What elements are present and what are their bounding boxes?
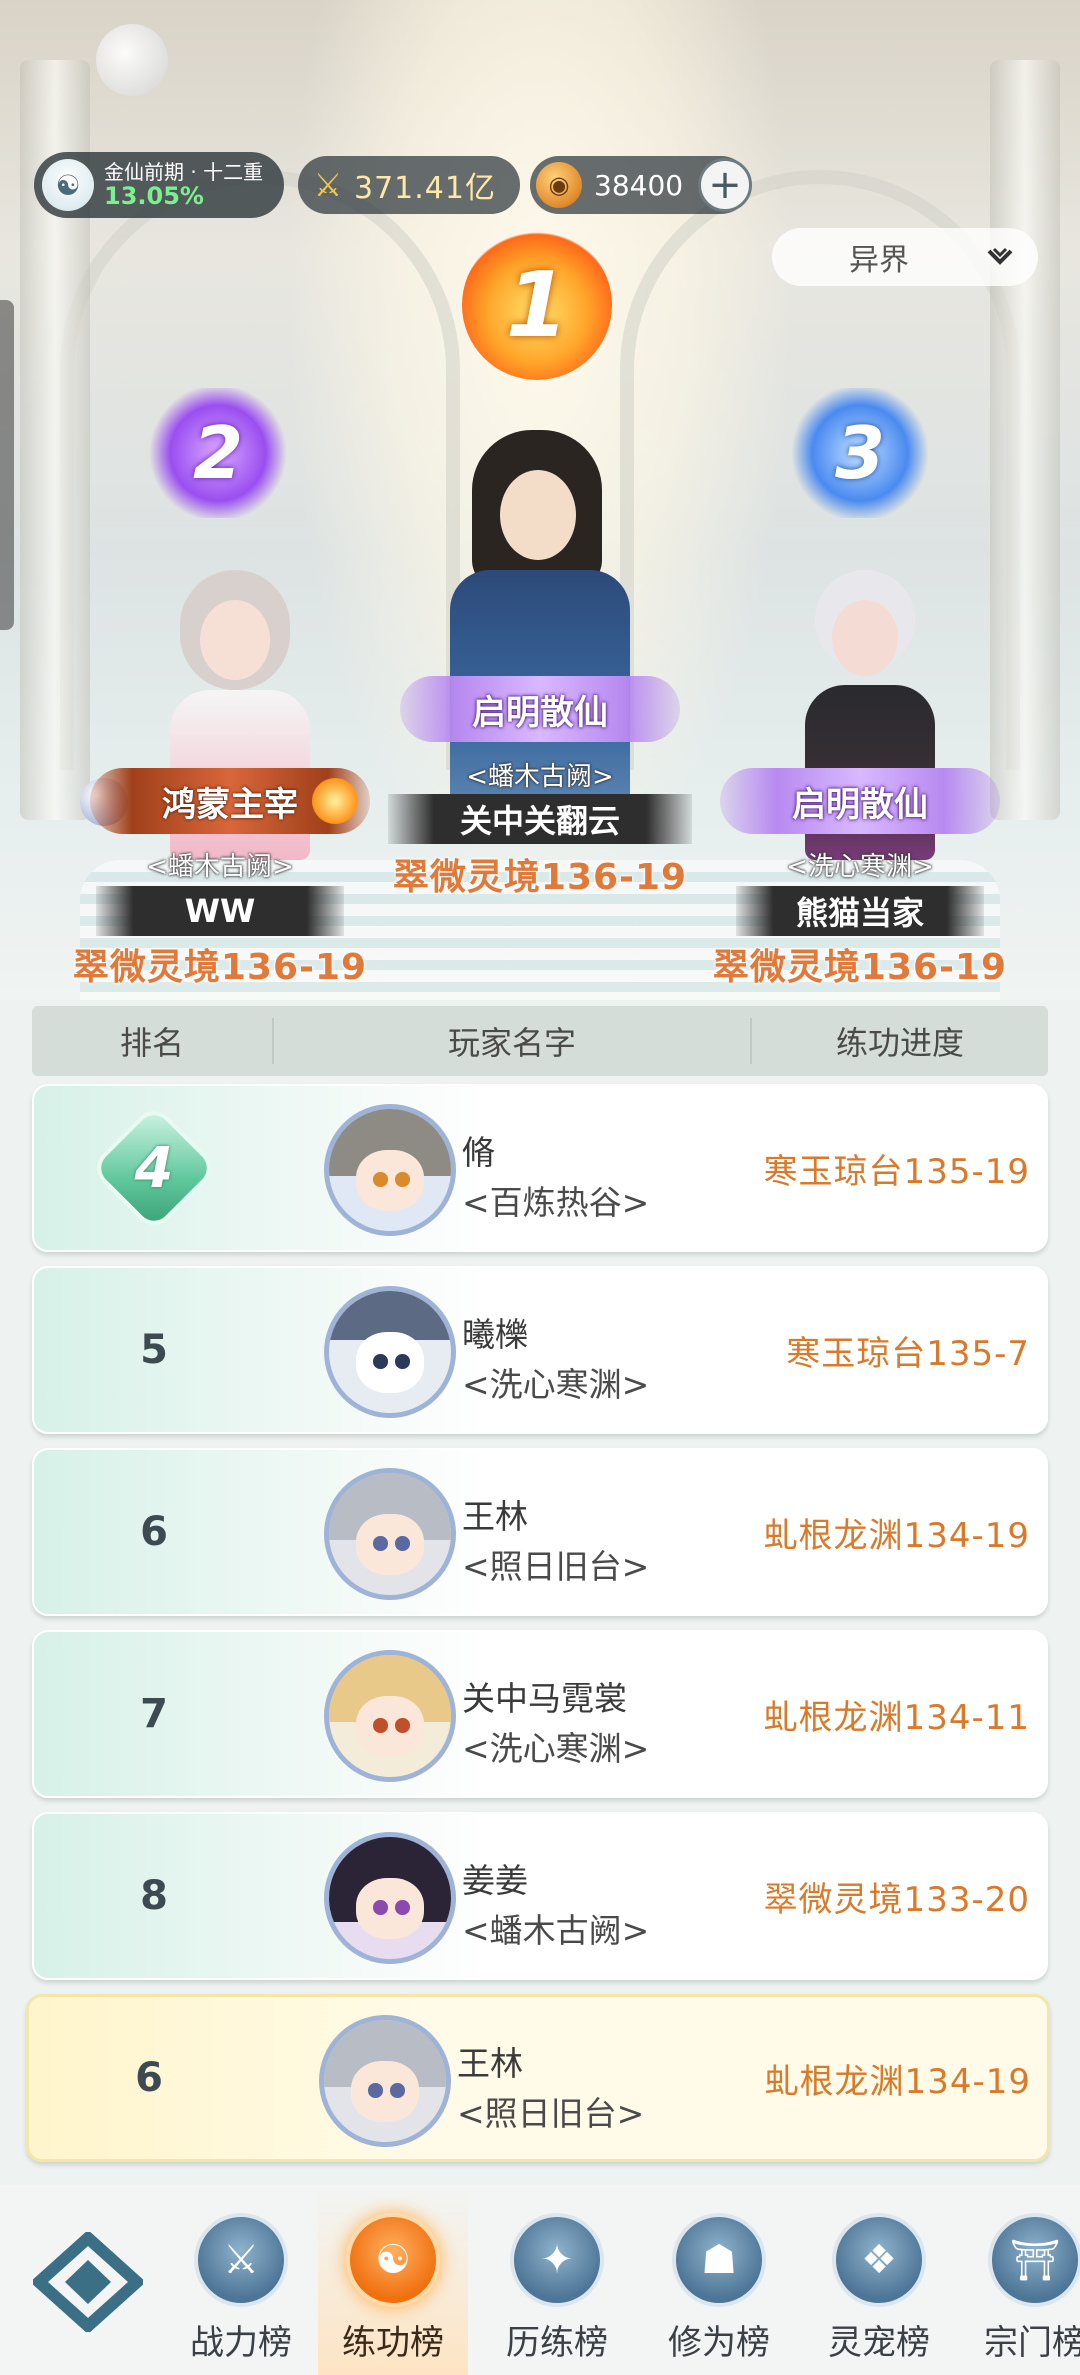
- realm-progress: 13.05%: [104, 181, 204, 210]
- player-progress: 虬根龙渊134-11: [763, 1697, 1030, 1738]
- player-progress: 寒玉琼台135-19: [763, 1151, 1030, 1192]
- nav-tab-label: 宗门榜: [984, 2323, 1080, 2363]
- nav-tab-label: 历练榜: [506, 2323, 608, 2363]
- rank-2-progress: 翠微灵境136-19: [72, 947, 368, 988]
- player-sect: <洗心寒渊>: [462, 1729, 650, 1768]
- table-row[interactable]: 8 姜姜 <蟠木古阙> 翠微灵境133-20: [32, 1812, 1048, 1980]
- player-progress: 虬根龙渊134-19: [764, 2061, 1031, 2102]
- player-name: 脩: [462, 1133, 495, 1172]
- rank-cell: 7: [140, 1691, 168, 1737]
- player-progress: 虬根龙渊134-19: [763, 1515, 1030, 1556]
- yin-yang-icon: ☯: [346, 2213, 440, 2307]
- rank-1-name: 关中关翻云: [388, 794, 692, 844]
- world-select[interactable]: 异界: [772, 228, 1038, 286]
- rank-3-title: 启明散仙: [720, 768, 1000, 834]
- menu-diamond-icon[interactable]: [28, 2227, 148, 2337]
- rank-cell: 8: [140, 1873, 168, 1919]
- compass-star-icon: ✦: [510, 2213, 604, 2307]
- chevron-down-icon: [986, 243, 1014, 271]
- player-name: 关中马霓裳: [462, 1679, 627, 1718]
- nav-tab[interactable]: ⚔ 战力榜: [166, 2185, 316, 2375]
- rank-2-name: WW: [96, 886, 344, 936]
- nav-tab-label: 练功榜: [342, 2323, 444, 2363]
- rank-1-sect: <蟠木古阙>: [466, 762, 614, 792]
- player-progress: 翠微灵境133-20: [763, 1879, 1030, 1920]
- cultivator-avatar-icon: ☯: [42, 159, 94, 211]
- realm-chip[interactable]: ☯ 金仙前期 · 十二重 13.05%: [34, 152, 284, 218]
- power-value: 371.41亿: [354, 171, 496, 206]
- background-pillar: [990, 60, 1060, 820]
- pet-icon: ❖: [832, 2213, 926, 2307]
- avatar[interactable]: [319, 2015, 451, 2147]
- nav-tab-label: 灵宠榜: [828, 2323, 930, 2363]
- header-rank: 排名: [119, 1024, 184, 1062]
- nav-tab[interactable]: ☗ 修为榜: [644, 2185, 794, 2375]
- player-sect: <照日旧台>: [457, 2094, 645, 2133]
- ranking-table-header: 排名 玩家名字 练功进度: [32, 1006, 1048, 1076]
- rank-cell: 5: [140, 1327, 168, 1373]
- power-chip[interactable]: ⚔ 371.41亿: [298, 156, 520, 214]
- currency-value: 38400: [594, 168, 684, 202]
- nav-tab[interactable]: ⛩ 宗门榜: [960, 2185, 1080, 2375]
- world-select-label: 异界: [849, 243, 909, 278]
- currency-chip: ◉ 38400 +: [530, 156, 752, 214]
- table-row[interactable]: 6 王林 <照日旧台> 虬根龙渊134-19: [32, 1448, 1048, 1616]
- rank-3-name: 熊猫当家: [736, 886, 984, 936]
- avatar[interactable]: [324, 1650, 456, 1782]
- moon-decoration: [96, 24, 168, 96]
- player-name: 曦櫟: [462, 1315, 528, 1354]
- sword-icon: ⚔: [194, 2213, 288, 2307]
- nav-tab-active[interactable]: ☯ 练功榜: [318, 2185, 468, 2375]
- player-sect: <照日旧台>: [462, 1547, 650, 1586]
- avatar[interactable]: [324, 1468, 456, 1600]
- table-row[interactable]: 5 曦櫟 <洗心寒渊> 寒玉琼台135-7: [32, 1266, 1048, 1434]
- power-icon: ⚔: [313, 166, 343, 204]
- player-name: 王林: [462, 1497, 528, 1536]
- nav-tab-label: 修为榜: [668, 2323, 770, 2363]
- rank-cell: 4: [34, 1086, 274, 1250]
- rank-4-badge: 4: [94, 1108, 214, 1228]
- player-progress: 寒玉琼台135-7: [786, 1333, 1030, 1374]
- avatar[interactable]: [324, 1104, 456, 1236]
- nav-tab[interactable]: ❖ 灵宠榜: [804, 2185, 954, 2375]
- nav-tab[interactable]: ✦ 历练榜: [482, 2185, 632, 2375]
- cultivator-icon: ☗: [672, 2213, 766, 2307]
- player-name: 王林: [457, 2044, 523, 2083]
- rank-cell: 6: [135, 2055, 163, 2101]
- rank-3-badge: 3: [790, 388, 930, 518]
- ranking-list: 4 脩 <百炼热谷> 寒玉琼台135-19 5 曦櫟 <洗心寒渊> 寒玉琼台13…: [26, 1084, 1050, 2176]
- table-row[interactable]: 4 脩 <百炼热谷> 寒玉琼台135-19: [32, 1084, 1048, 1252]
- player-name: 姜姜: [462, 1861, 528, 1900]
- realm-name: 金仙前期 · 十二重: [104, 159, 264, 184]
- add-currency-button[interactable]: +: [698, 158, 752, 212]
- sect-gate-icon: ⛩: [988, 2213, 1080, 2307]
- header-player-name: 玩家名字: [272, 1018, 752, 1064]
- player-sect: <洗心寒渊>: [462, 1365, 650, 1404]
- podium-area: ☯ 金仙前期 · 十二重 13.05% ⚔ 371.41亿 ◉ 38400 + …: [0, 0, 1080, 1000]
- player-sect: <百炼热谷>: [462, 1183, 650, 1222]
- sun-icon: [312, 778, 358, 824]
- header-progress: 练功进度: [835, 1024, 964, 1062]
- player-sect: <蟠木古阙>: [462, 1911, 650, 1950]
- avatar[interactable]: [324, 1832, 456, 1964]
- my-rank-row[interactable]: 6 王林 <照日旧台> 虬根龙渊134-19: [26, 1994, 1050, 2162]
- rank-1-progress: 翠微灵境136-19: [392, 857, 688, 898]
- bottom-nav: ⚔ 战力榜 ☯ 练功榜 ✦ 历练榜 ☗ 修为榜 ❖ 灵宠榜 ⛩ 宗门榜: [0, 2185, 1080, 2375]
- rank-3-progress: 翠微灵境136-19: [712, 947, 1008, 988]
- rank-1-badge: 1: [462, 230, 612, 380]
- spirit-coin-icon: ◉: [536, 162, 582, 208]
- rank-2-sect: <蟠木古阙>: [146, 852, 294, 882]
- rank-2-badge: 2: [148, 388, 288, 518]
- rank-3-sect: <洗心寒渊>: [786, 852, 934, 882]
- rank-cell: 6: [140, 1509, 168, 1555]
- rank-1-title: 启明散仙: [400, 676, 680, 742]
- table-row[interactable]: 7 关中马霓裳 <洗心寒渊> 虬根龙渊134-11: [32, 1630, 1048, 1798]
- avatar[interactable]: [324, 1286, 456, 1418]
- nav-tab-label: 战力榜: [190, 2323, 292, 2363]
- side-drawer-handle[interactable]: [0, 300, 14, 630]
